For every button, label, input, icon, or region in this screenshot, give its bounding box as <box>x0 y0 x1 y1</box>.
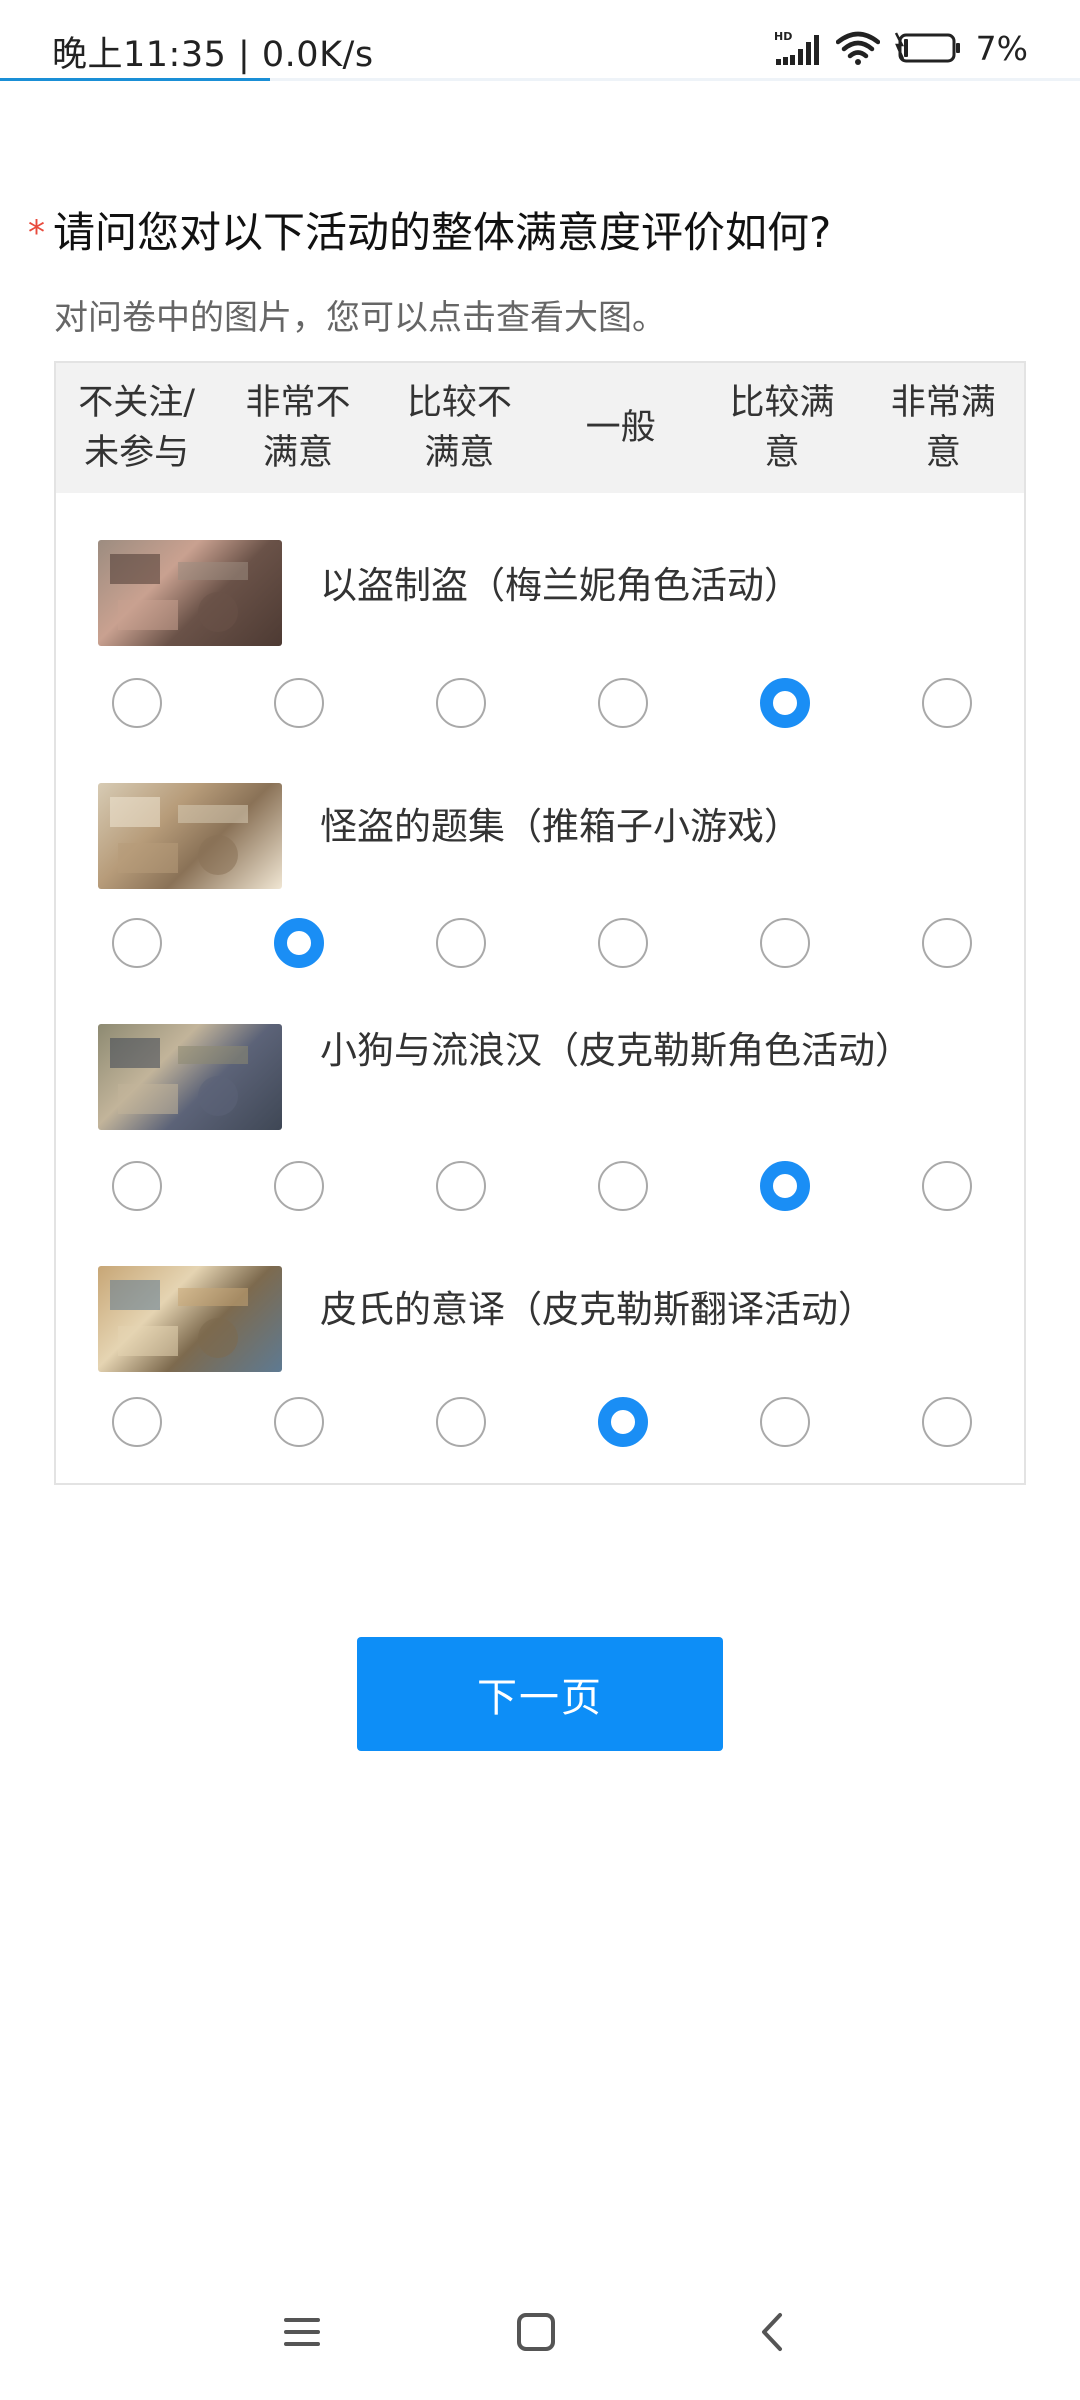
hd-signal-icon: HD <box>774 29 822 67</box>
matrix-header: 不关注/未参与 非常不 满意 比较不 满意 一般 比较满意非常满意 <box>56 363 1024 493</box>
column-header: 非常满意 <box>863 363 1024 493</box>
radio-option[interactable] <box>922 678 972 728</box>
activity-label: 皮氏的意译（皮克勒斯翻译活动） <box>320 1288 875 1331</box>
radio-option[interactable] <box>760 918 810 968</box>
radio-option-selected[interactable] <box>760 678 810 728</box>
next-page-button[interactable]: 下一页 <box>357 1637 723 1751</box>
rating-matrix: 不关注/未参与 非常不 满意 比较不 满意 一般 比较满意非常满意 以盗制盗（梅兰妮角色活动… <box>54 361 1026 1485</box>
required-mark: * <box>28 213 45 253</box>
radio-option[interactable] <box>274 1397 324 1447</box>
radio-option[interactable] <box>436 1161 486 1211</box>
column-header-line: 满意 <box>424 433 495 473</box>
radio-option[interactable] <box>112 1397 162 1447</box>
back-icon[interactable] <box>754 2312 790 2356</box>
activity-thumbnail[interactable] <box>98 1266 282 1372</box>
column-header-line: 非常不 <box>245 383 351 423</box>
column-header-line: 比较满 <box>729 383 835 423</box>
page-load-progress-fill <box>0 78 270 81</box>
radio-option[interactable] <box>922 1397 972 1447</box>
svg-text:HD: HD <box>774 30 792 43</box>
radio-option[interactable] <box>112 1161 162 1211</box>
survey-page: 晚上11:35 | 0.0K/s HD 7% * 请问您对以下活动的整体满意度评… <box>0 0 1080 2400</box>
column-header-line: 意 <box>925 433 961 473</box>
column-header: 一般 <box>540 363 701 493</box>
radio-option[interactable] <box>922 918 972 968</box>
column-header: 比较满意 <box>701 363 862 493</box>
radio-option[interactable] <box>112 918 162 968</box>
radio-option[interactable] <box>274 678 324 728</box>
page-load-progress <box>0 78 1080 81</box>
column-header-line: 未参与 <box>84 433 190 473</box>
column-header-line: 非常满 <box>890 383 996 423</box>
column-header-line: 满意 <box>262 433 333 473</box>
radio-option[interactable] <box>436 918 486 968</box>
radio-option[interactable] <box>436 1397 486 1447</box>
column-header: 比较不 满意 <box>379 363 540 493</box>
column-header-line: 不关注/ <box>78 383 196 423</box>
wifi-icon <box>835 31 880 65</box>
activity-thumbnail[interactable] <box>98 783 282 889</box>
column-header-line: 意 <box>764 433 800 473</box>
status-bar: 晚上11:35 | 0.0K/s HD 7% <box>0 0 1080 78</box>
column-header-line: 比较不 <box>406 383 512 423</box>
activity-thumbnail[interactable] <box>98 540 282 646</box>
column-header: 非常不 满意 <box>217 363 378 493</box>
radio-option[interactable] <box>760 1397 810 1447</box>
column-header-line: 一般 <box>585 408 656 448</box>
question-hint: 对问卷中的图片，您可以点击查看大图。 <box>54 298 666 338</box>
radio-option[interactable] <box>112 678 162 728</box>
battery-icon <box>894 31 962 65</box>
status-time: 晚上11:35 | 0.0K/s <box>52 35 374 75</box>
activity-label: 小狗与流浪汉（皮克勒斯角色活动） <box>320 1029 912 1072</box>
menu-icon[interactable] <box>282 2312 322 2356</box>
radio-option-selected[interactable] <box>598 1397 648 1447</box>
activity-thumbnail[interactable] <box>98 1024 282 1130</box>
radio-option-selected[interactable] <box>274 918 324 968</box>
question-block: * 请问您对以下活动的整体满意度评价如何? <box>28 205 1050 261</box>
activity-label: 怪盗的题集（推箱子小游戏） <box>320 805 801 848</box>
status-icons: HD 7% <box>774 28 1028 68</box>
radio-option[interactable] <box>598 918 648 968</box>
radio-option[interactable] <box>274 1161 324 1211</box>
column-header: 不关注/未参与 <box>56 363 217 493</box>
home-icon[interactable] <box>516 2312 556 2356</box>
radio-option[interactable] <box>598 1161 648 1211</box>
nav-bar <box>0 2280 1080 2400</box>
radio-option[interactable] <box>922 1161 972 1211</box>
battery-percent: 7% <box>975 28 1028 68</box>
radio-option-selected[interactable] <box>760 1161 810 1211</box>
question-title: 请问您对以下活动的整体满意度评价如何? <box>53 208 832 257</box>
radio-option[interactable] <box>598 678 648 728</box>
activity-label: 以盗制盗（梅兰妮角色活动） <box>320 564 801 607</box>
radio-option[interactable] <box>436 678 486 728</box>
